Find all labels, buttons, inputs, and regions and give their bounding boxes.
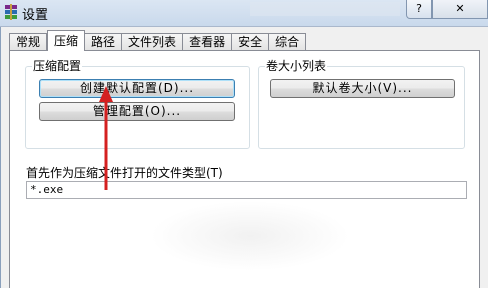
tab-security[interactable]: 安全 — [232, 33, 270, 51]
compression-profiles-title: 压缩配置 — [32, 59, 83, 73]
volume-sizes-group: 卷大小列表 默认卷大小(V)... — [258, 59, 465, 149]
file-types-label: 首先作为压缩文件打开的文件类型(T) — [26, 166, 223, 180]
create-default-profile-button[interactable]: 创建默认配置(D)... — [39, 79, 235, 98]
tab-paths[interactable]: 路径 — [85, 33, 123, 51]
tab-viewer[interactable]: 查看器 — [183, 33, 233, 51]
dialog-client-area: 常规 压缩 路径 文件列表 查看器 安全 综合 压缩配置 创建默认配置(D)..… — [0, 27, 488, 288]
tab-miscellaneous[interactable]: 综合 — [269, 33, 307, 51]
title-bar-watermark — [250, 2, 400, 16]
title-bar: 设置 ? ✕ — [0, 0, 488, 27]
help-button[interactable]: ? — [406, 0, 432, 19]
organize-profiles-button[interactable]: 管理配置(O)... — [39, 102, 235, 121]
watermark-blur — [150, 201, 350, 271]
volume-sizes-title: 卷大小列表 — [265, 59, 328, 73]
window-title: 设置 — [22, 8, 49, 23]
tab-compression[interactable]: 压缩 — [47, 30, 86, 51]
close-button[interactable]: ✕ — [432, 0, 488, 19]
tab-file-list[interactable]: 文件列表 — [122, 33, 184, 51]
compression-tab-panel: 压缩配置 创建默认配置(D)... 管理配置(O)... 卷大小列表 默认卷大小… — [9, 50, 480, 288]
compression-profiles-group: 压缩配置 创建默认配置(D)... 管理配置(O)... — [25, 59, 250, 149]
tab-strip: 常规 压缩 路径 文件列表 查看器 安全 综合 — [9, 30, 307, 51]
file-types-input[interactable]: *.exe — [26, 181, 467, 199]
tab-general[interactable]: 常规 — [9, 33, 48, 51]
winrar-app-icon — [5, 4, 17, 20]
define-volume-sizes-button[interactable]: 默认卷大小(V)... — [270, 79, 455, 98]
